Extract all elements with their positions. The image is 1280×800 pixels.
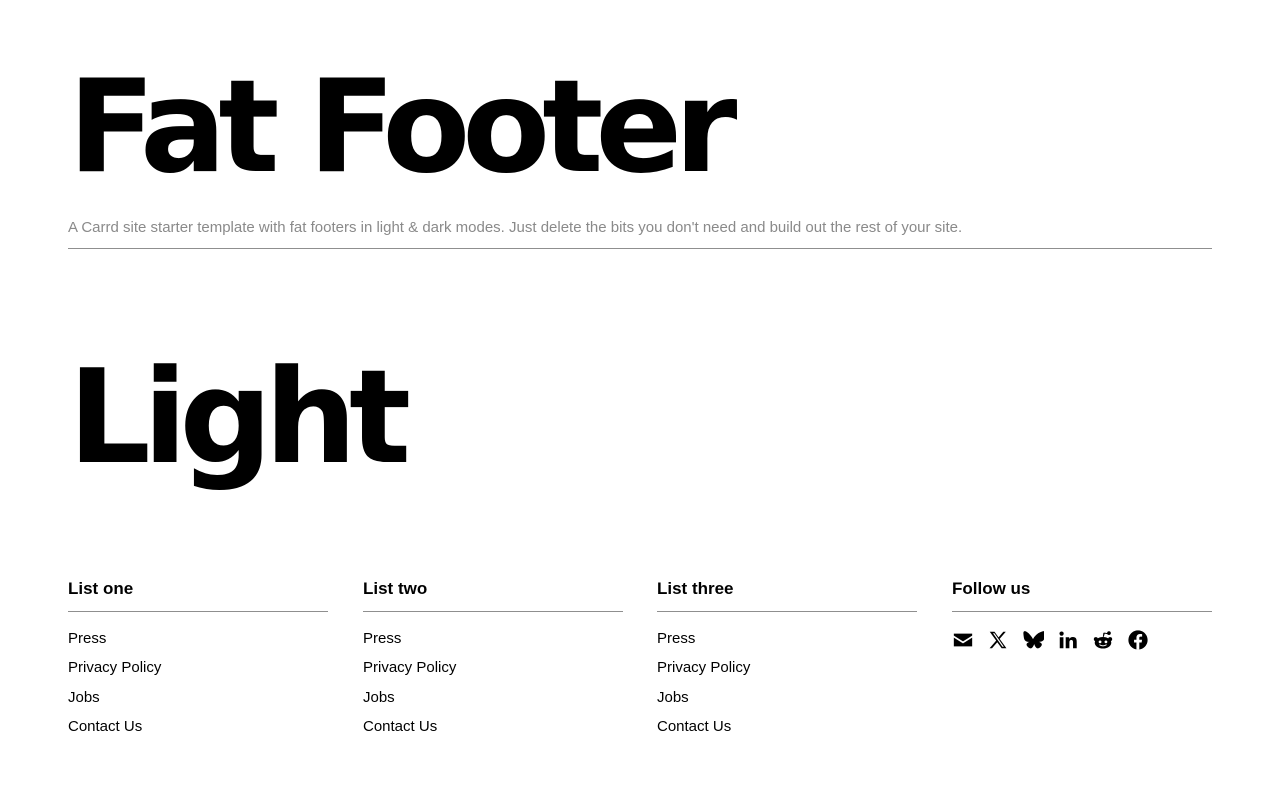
divider — [68, 248, 1212, 249]
press-link[interactable]: Press — [363, 630, 401, 647]
email-icon[interactable] — [952, 629, 974, 651]
footer-column-two: List two Press Privacy Policy Jobs Conta… — [363, 578, 623, 746]
list-item: Contact Us — [363, 717, 623, 746]
footer: List one Press Privacy Policy Jobs Conta… — [68, 578, 1212, 758]
footer-link-list: Press Privacy Policy Jobs Contact Us — [68, 629, 328, 746]
list-item: Contact Us — [68, 717, 328, 746]
section-title: Light — [68, 341, 411, 493]
list-item: Press — [657, 629, 917, 658]
contact-us-link[interactable]: Contact Us — [657, 718, 731, 735]
jobs-link[interactable]: Jobs — [363, 689, 395, 706]
list-item: Privacy Policy — [68, 658, 328, 687]
jobs-link[interactable]: Jobs — [657, 689, 689, 706]
list-item: Press — [363, 629, 623, 658]
privacy-policy-link[interactable]: Privacy Policy — [68, 659, 161, 676]
footer-column-heading: List three — [657, 579, 734, 598]
footer-link-list: Press Privacy Policy Jobs Contact Us — [363, 629, 623, 746]
contact-us-link[interactable]: Contact Us — [363, 718, 437, 735]
footer-column-heading: Follow us — [952, 579, 1031, 598]
jobs-link[interactable]: Jobs — [68, 689, 100, 706]
divider — [68, 611, 328, 612]
list-item: Press — [68, 629, 328, 658]
bluesky-icon[interactable] — [1022, 629, 1044, 651]
list-item: Jobs — [657, 688, 917, 717]
privacy-policy-link[interactable]: Privacy Policy — [657, 659, 750, 676]
x-icon[interactable] — [987, 629, 1009, 651]
linkedin-icon[interactable] — [1057, 629, 1079, 651]
list-item: Jobs — [68, 688, 328, 717]
facebook-icon[interactable] — [1127, 629, 1149, 651]
press-link[interactable]: Press — [68, 630, 106, 647]
privacy-policy-link[interactable]: Privacy Policy — [363, 659, 456, 676]
list-item: Privacy Policy — [363, 658, 623, 687]
contact-us-link[interactable]: Contact Us — [68, 718, 142, 735]
footer-column-one: List one Press Privacy Policy Jobs Conta… — [68, 578, 328, 746]
list-item: Privacy Policy — [657, 658, 917, 687]
footer-column-heading: List two — [363, 579, 428, 598]
page-subtitle: A Carrd site starter template with fat f… — [68, 219, 963, 236]
footer-follow-column: Follow us — [952, 578, 1212, 651]
divider — [952, 611, 1212, 612]
footer-column-heading: List one — [68, 579, 134, 598]
footer-column-three: List three Press Privacy Policy Jobs Con… — [657, 578, 917, 746]
list-item: Contact Us — [657, 717, 917, 746]
social-links — [952, 629, 1212, 651]
footer-link-list: Press Privacy Policy Jobs Contact Us — [657, 629, 917, 746]
list-item: Jobs — [363, 688, 623, 717]
press-link[interactable]: Press — [657, 630, 695, 647]
divider — [363, 611, 623, 612]
reddit-icon[interactable] — [1092, 629, 1114, 651]
page-title: Fat Footer — [68, 53, 737, 202]
divider — [657, 611, 917, 612]
